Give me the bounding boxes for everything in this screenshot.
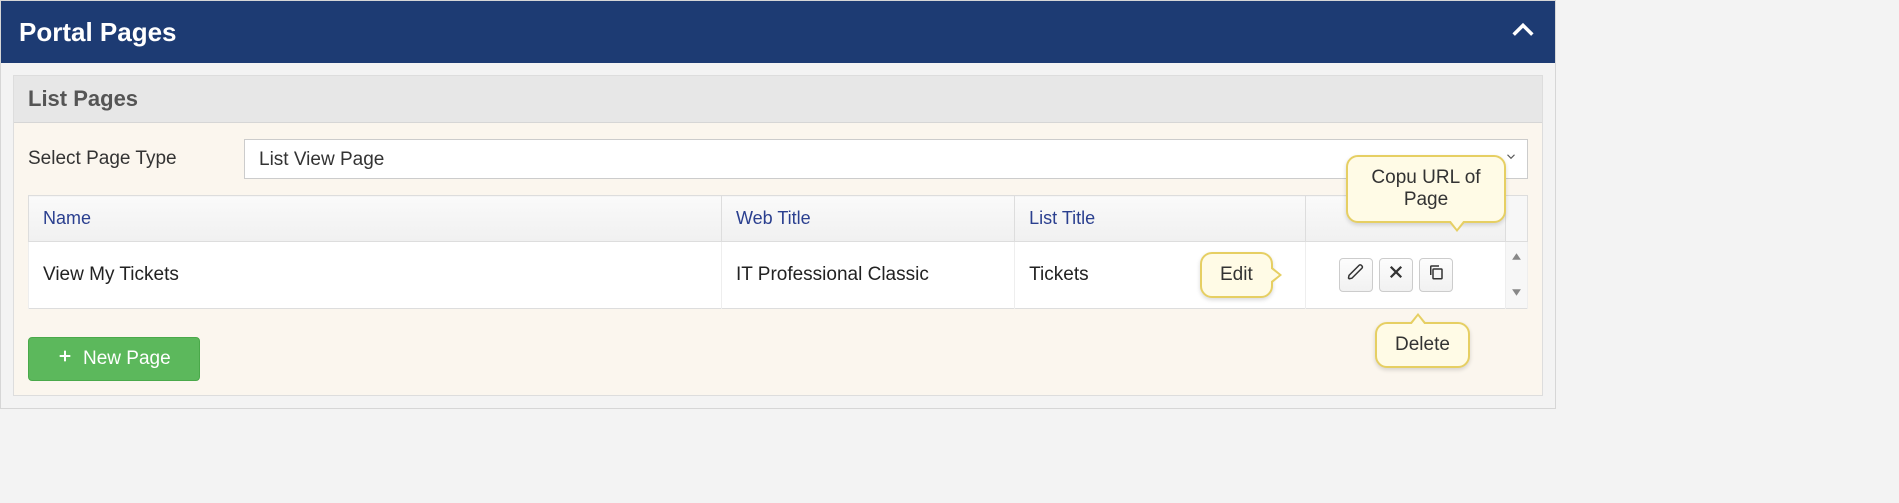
col-header-web-title[interactable]: Web Title <box>721 196 1014 242</box>
collapse-toggle[interactable] <box>1509 16 1537 49</box>
scroll-up-icon[interactable] <box>1511 246 1522 268</box>
list-pages-section: List Pages Select Page Type List View Pa… <box>13 75 1543 396</box>
table-container: Name Web Title List Title View My Ticket… <box>28 195 1528 309</box>
close-icon <box>1387 263 1405 287</box>
callout-copy-url: Copu URL of Page <box>1346 155 1506 223</box>
pages-table: Name Web Title List Title View My Ticket… <box>28 195 1528 309</box>
panel-title: Portal Pages <box>19 17 177 48</box>
pencil-icon <box>1347 263 1365 287</box>
cell-actions <box>1306 242 1506 309</box>
cell-name: View My Tickets <box>29 242 722 309</box>
page-type-select-wrap: List View Page <box>244 139 1528 179</box>
delete-button[interactable] <box>1379 258 1413 292</box>
scroll-down-icon[interactable] <box>1511 282 1522 304</box>
section-title: List Pages <box>14 76 1542 123</box>
copy-icon <box>1427 263 1445 287</box>
panel-header: Portal Pages <box>1 1 1555 63</box>
portal-pages-panel: Portal Pages List Pages Select Page Type… <box>0 0 1556 409</box>
row-actions <box>1320 258 1491 292</box>
plus-icon <box>57 348 73 370</box>
filter-label: Select Page Type <box>28 148 244 170</box>
new-page-label: New Page <box>83 348 171 370</box>
callout-delete: Delete <box>1375 322 1470 368</box>
filter-row: Select Page Type List View Page <box>14 123 1542 195</box>
scroll-cell <box>1506 242 1528 309</box>
col-header-name[interactable]: Name <box>29 196 722 242</box>
table-row[interactable]: View My Tickets IT Professional Classic … <box>29 242 1528 309</box>
col-header-scroll <box>1506 196 1528 242</box>
edit-button[interactable] <box>1339 258 1373 292</box>
table-header-row: Name Web Title List Title <box>29 196 1528 242</box>
copy-url-button[interactable] <box>1419 258 1453 292</box>
col-header-list-title[interactable]: List Title <box>1015 196 1306 242</box>
page-type-select[interactable]: List View Page <box>244 139 1528 179</box>
footer-row: New Page <box>14 323 1542 395</box>
callout-edit: Edit <box>1200 252 1273 298</box>
chevron-up-icon <box>1509 31 1537 48</box>
new-page-button[interactable]: New Page <box>28 337 200 381</box>
cell-web-title: IT Professional Classic <box>721 242 1014 309</box>
